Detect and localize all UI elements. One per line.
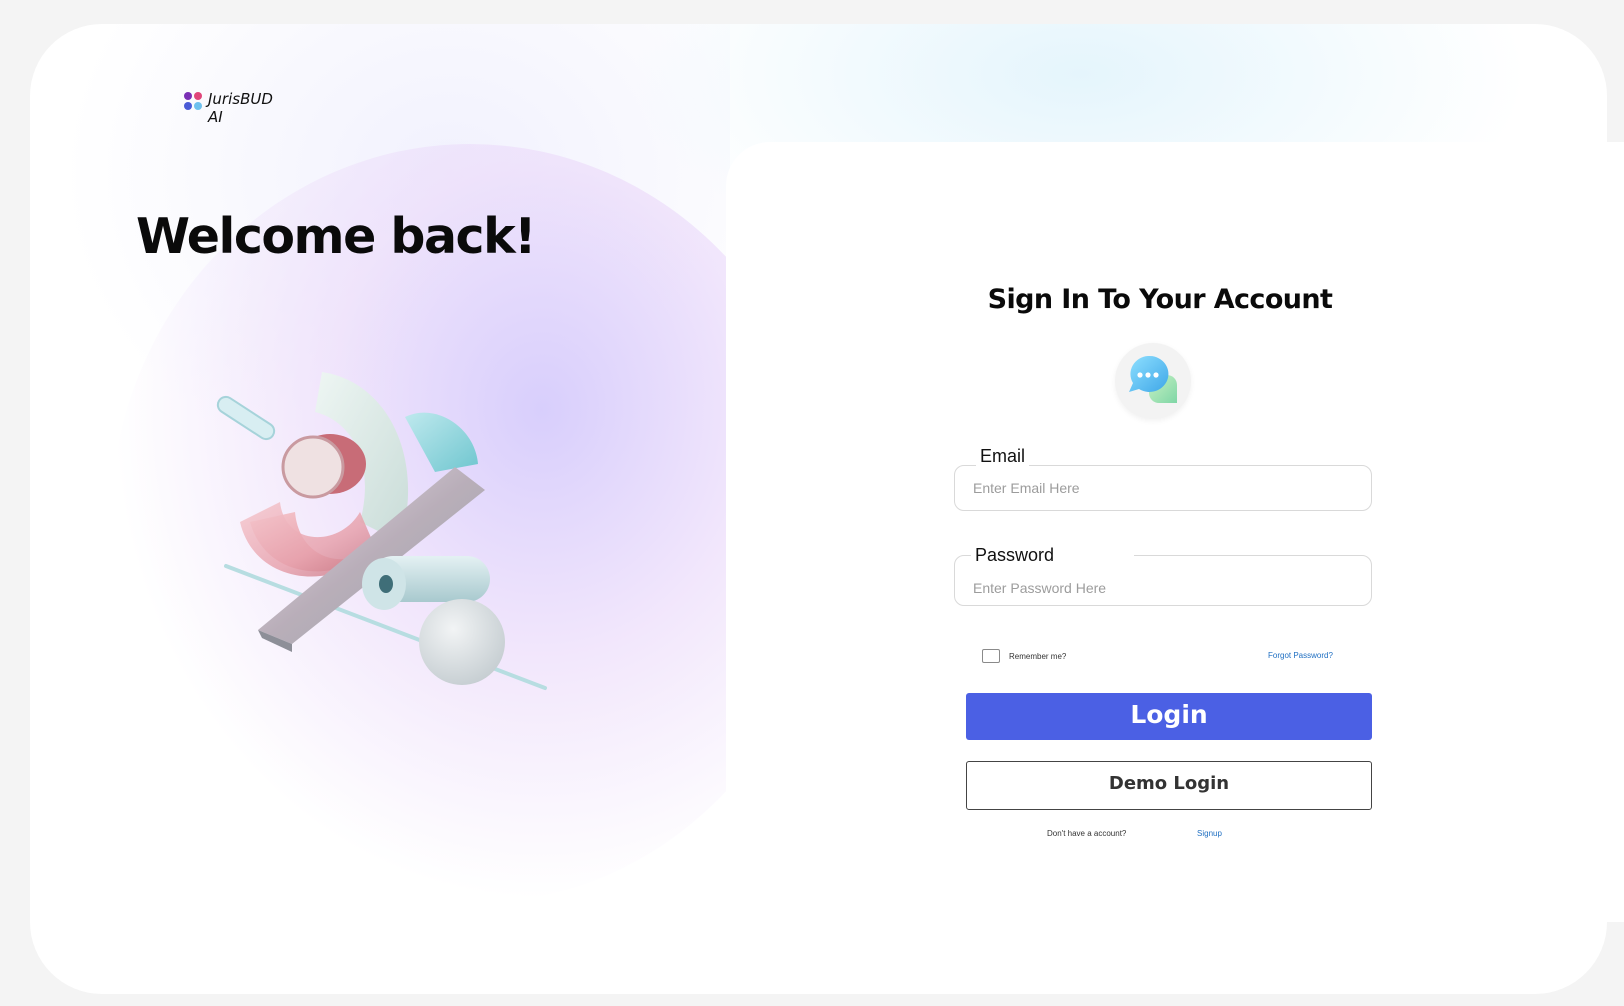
logo-dot xyxy=(194,92,202,100)
signin-title: Sign In To Your Account xyxy=(987,284,1333,315)
chat-bubbles-icon xyxy=(1115,343,1191,419)
dot xyxy=(1137,372,1143,378)
rose-cylinder-shape xyxy=(281,435,345,499)
dot xyxy=(1153,372,1159,378)
no-account-text: Don't have a account? xyxy=(1047,829,1127,838)
forgot-password-link[interactable]: Forgot Password? xyxy=(1268,651,1333,660)
email-input[interactable] xyxy=(954,465,1372,511)
teal-half-disc-shape xyxy=(405,412,478,472)
dot xyxy=(1145,372,1151,378)
remember-me[interactable]: Remember me? xyxy=(982,649,1066,663)
logo-dot xyxy=(184,92,192,100)
remember-label: Remember me? xyxy=(1009,651,1067,661)
chat-bubbles-icon-svg xyxy=(1129,355,1177,403)
login-button[interactable]: Login xyxy=(966,693,1372,740)
email-label: Email xyxy=(976,446,1030,467)
cylinder-hole xyxy=(379,575,393,593)
demo-login-button[interactable]: Demo Login xyxy=(966,761,1372,810)
logo-dot xyxy=(184,102,192,110)
logo-dot xyxy=(194,102,202,110)
brand-logo: JurisBUD AI xyxy=(184,90,280,126)
password-input[interactable] xyxy=(954,565,1372,611)
four-dots-logo-icon xyxy=(184,92,202,110)
abstract-3d-illustration xyxy=(216,372,547,690)
password-label: Password xyxy=(971,545,1135,566)
sphere-shape xyxy=(419,599,505,685)
glass-tube-shape xyxy=(216,395,276,441)
welcome-heading: Welcome back! xyxy=(136,208,537,265)
remember-checkbox[interactable] xyxy=(982,649,1000,663)
signup-link[interactable]: Signup xyxy=(1197,829,1222,838)
brand-name: JurisBUD AI xyxy=(208,90,273,126)
